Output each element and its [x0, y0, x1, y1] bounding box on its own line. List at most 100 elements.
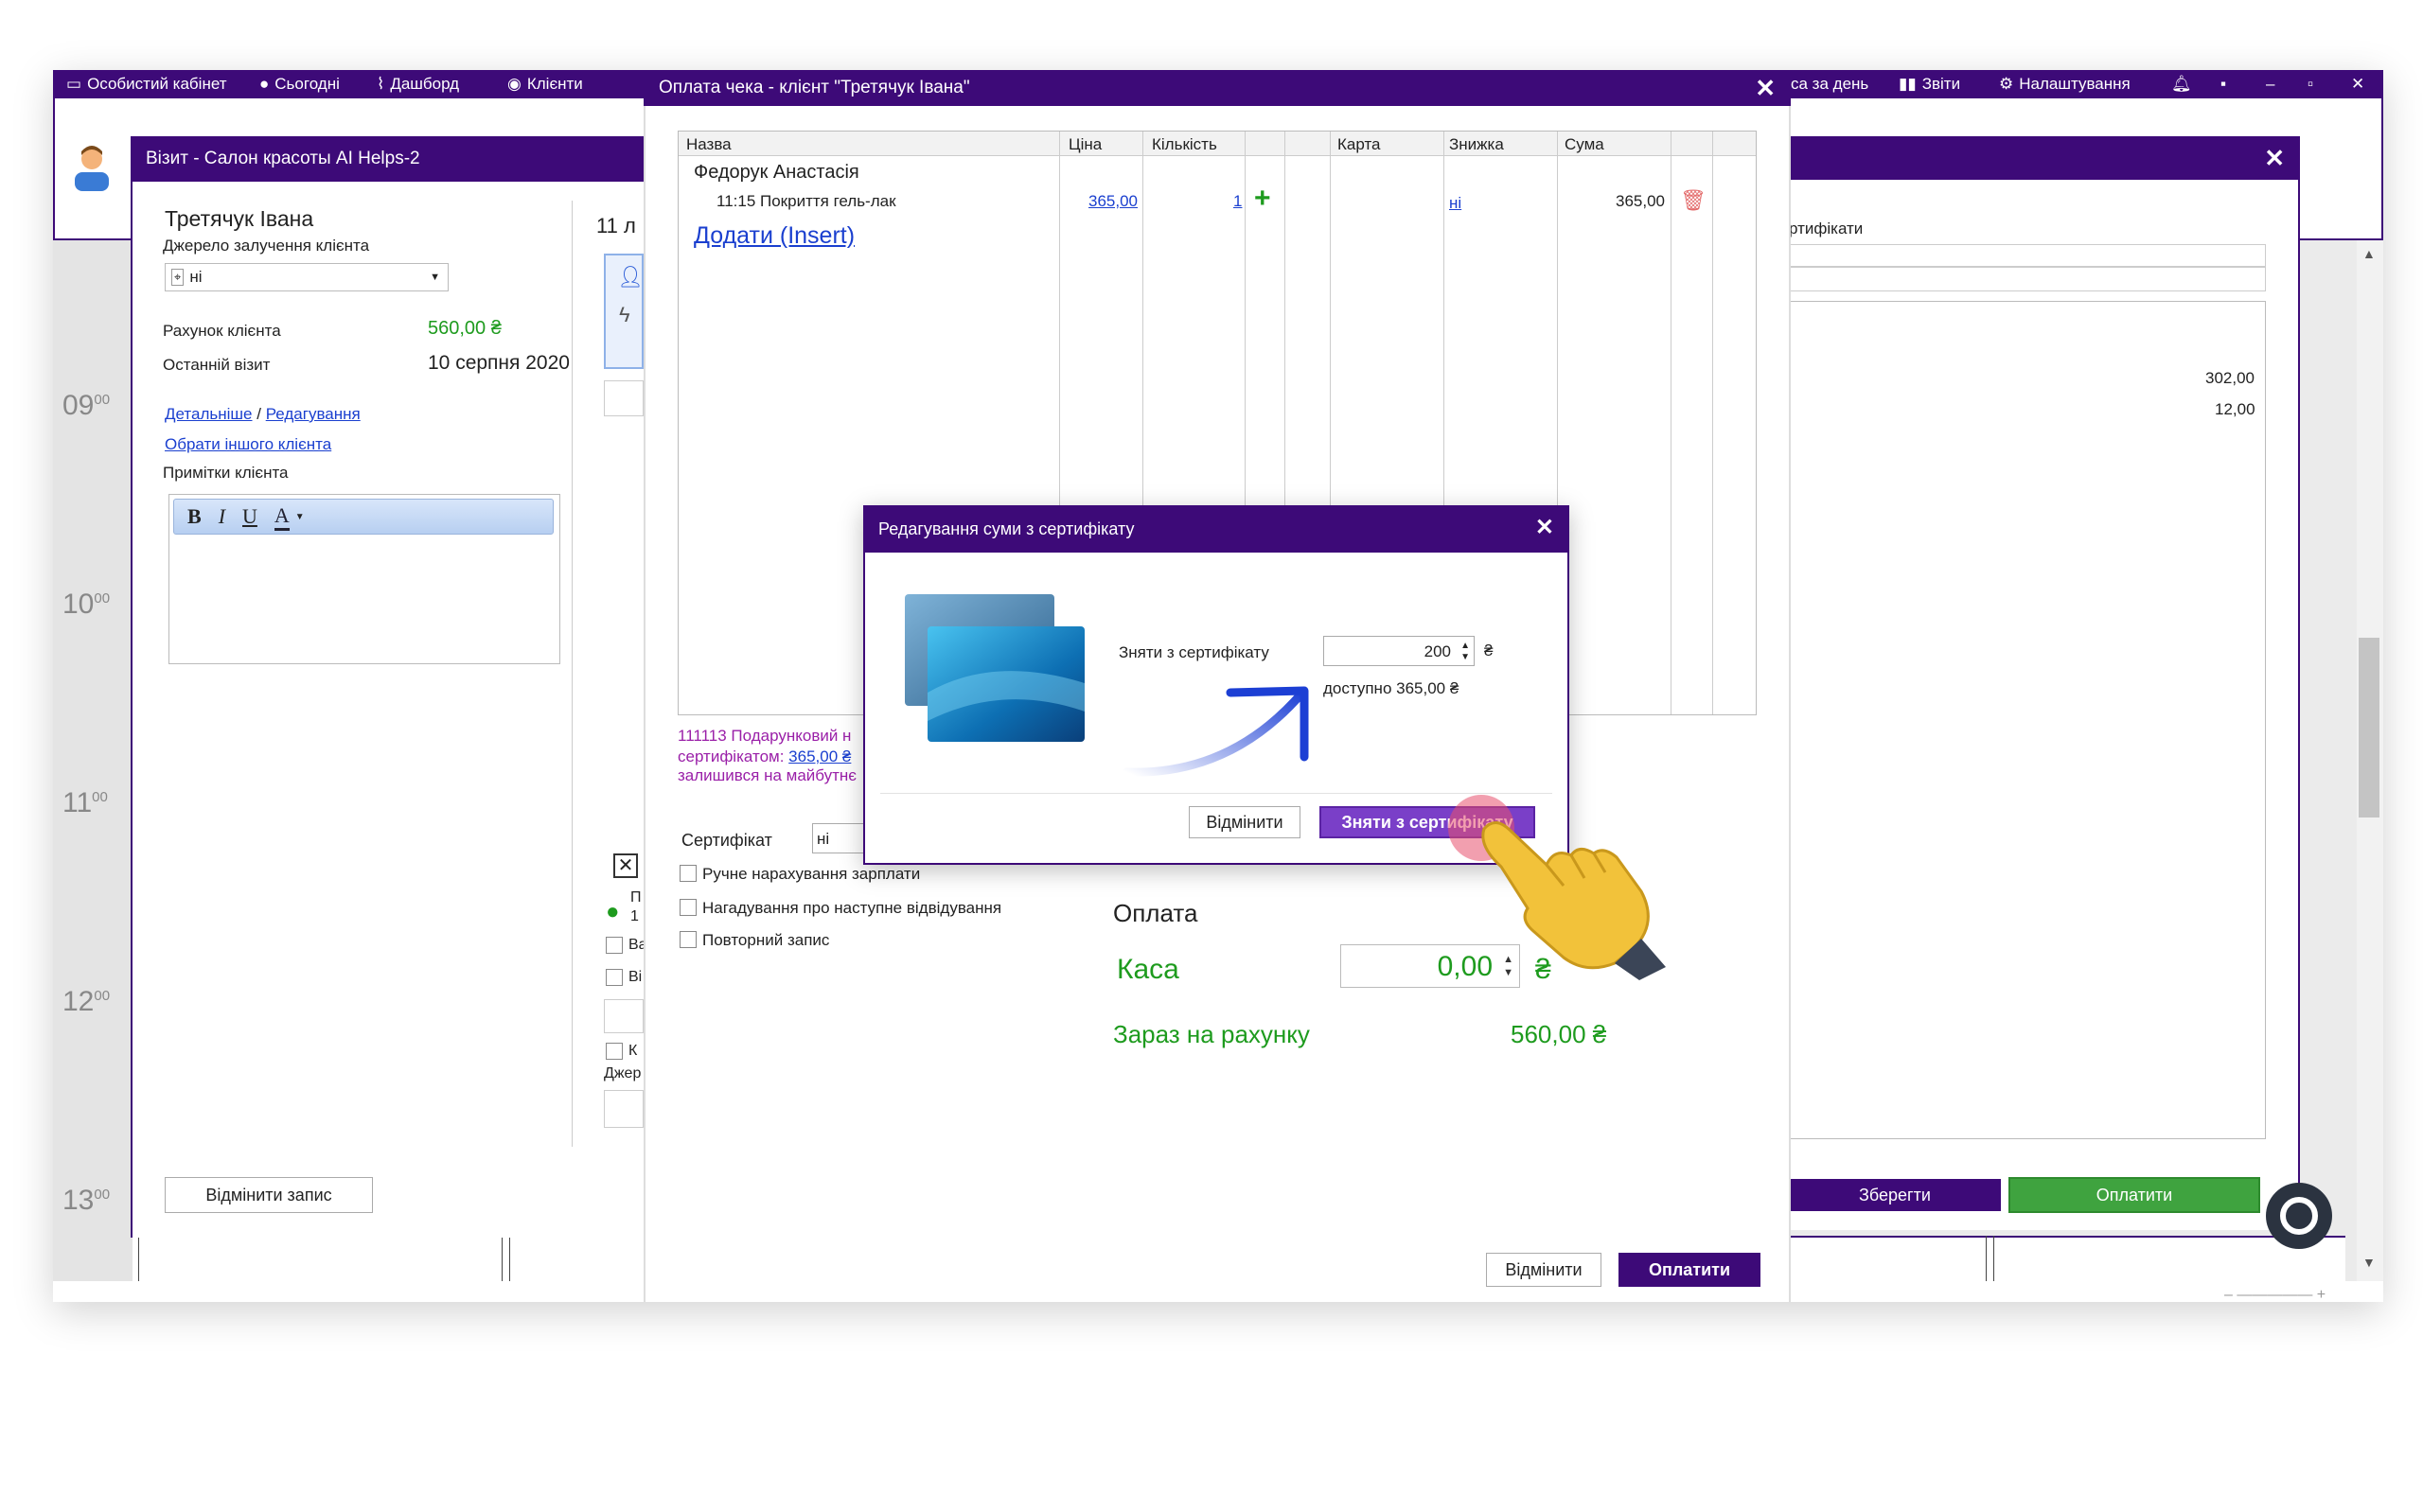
- col-name: Назва: [686, 135, 732, 153]
- price-link[interactable]: 365,00: [1088, 192, 1138, 211]
- now-on-account-label: Зараз на рахунку: [1113, 1020, 1310, 1048]
- green-user-icon: ●: [606, 899, 620, 924]
- underline-icon[interactable]: U: [242, 504, 257, 529]
- row-sum: 365,00: [1616, 192, 1665, 210]
- certificate-input[interactable]: ні: [812, 823, 869, 853]
- check-x-icon[interactable]: ✕: [613, 853, 638, 878]
- bold-icon[interactable]: B: [187, 504, 202, 529]
- notes-label: Примітки клієнта: [163, 464, 289, 482]
- cert-amount-link[interactable]: 365,00 ₴: [788, 747, 851, 765]
- cancel-record-button[interactable]: Відмінити запис: [165, 1177, 373, 1213]
- right-list: [1789, 301, 2266, 1139]
- nav-cash-day[interactable]: са за день: [1791, 75, 1868, 94]
- add-service-link[interactable]: Додати (Insert): [694, 222, 855, 250]
- client-name: Третячук Івана: [165, 206, 314, 231]
- col-qty: Кількість: [1152, 135, 1217, 153]
- frag-vi: Ві: [628, 969, 643, 985]
- right-input-2[interactable]: [1789, 267, 2266, 291]
- right-certs-label: ртифікати: [1789, 220, 1864, 237]
- briefcase-icon: ▭: [66, 75, 82, 93]
- spinner-icon[interactable]: ▲ ▼: [1460, 641, 1470, 663]
- manual-salary-checkbox[interactable]: [680, 865, 697, 882]
- scrollbar[interactable]: ▲ ▼: [2357, 240, 2383, 1281]
- frag-p: П: [630, 889, 642, 905]
- account-value: 560,00 ₴: [428, 318, 502, 339]
- user-circle-icon: ◉: [507, 75, 522, 93]
- hour-label: 0900: [62, 390, 111, 421]
- certificate-label: Сертифікат: [681, 831, 772, 850]
- close-icon[interactable]: ✕: [1535, 517, 1554, 539]
- qty-link[interactable]: 1: [1233, 192, 1242, 211]
- scroll-up-icon[interactable]: ▲: [2362, 246, 2376, 261]
- frag-dzher: Джер: [604, 1065, 642, 1081]
- edit-link[interactable]: Редагування: [266, 405, 361, 423]
- right-input-1[interactable]: [1789, 244, 2266, 267]
- plus-icon[interactable]: +: [1254, 183, 1271, 215]
- payment-pay-button[interactable]: Оплатити: [1618, 1253, 1760, 1287]
- repeat-label: Повторний запис: [702, 931, 830, 949]
- nav-reports[interactable]: ▮▮ Звіти: [1899, 75, 1960, 94]
- repeat-checkbox[interactable]: [680, 931, 697, 948]
- now-on-account-value: 560,00 ₴: [1511, 1020, 1607, 1048]
- pay-green-button[interactable]: Оплатити: [2008, 1177, 2260, 1213]
- payment-heading: Оплата: [1113, 899, 1198, 927]
- bell-icon[interactable]: 🔔︎: [2171, 75, 2192, 94]
- notes-editor[interactable]: B I U A ▼: [168, 494, 560, 664]
- hour-label: 1300: [62, 1185, 111, 1216]
- nav-dashboard[interactable]: ⌇ Дашборд: [377, 75, 459, 94]
- nav-cabinet[interactable]: ▭ Особистий кабінет: [66, 75, 227, 94]
- reminder-label: Нагадування про наступне відвідування: [702, 899, 1002, 917]
- frag-1: 1: [630, 908, 639, 924]
- small-field[interactable]: [604, 1090, 644, 1128]
- font-color-icon[interactable]: A: [274, 503, 290, 531]
- payment-titlebar: Оплата чека - клієнт "Третячук Івана" ✕: [644, 70, 1791, 106]
- small-field[interactable]: [604, 380, 644, 416]
- trash-icon[interactable]: 🗑︎: [1680, 188, 1707, 213]
- col-price: Ціна: [1069, 135, 1103, 153]
- details-link[interactable]: Детальніше: [165, 405, 253, 423]
- details-edit-links: Детальніше / Редагування: [165, 405, 361, 423]
- choose-other-client-link[interactable]: Обрати іншого клієнта: [165, 435, 331, 454]
- nav-clients[interactable]: ◉ Клієнти: [507, 75, 583, 94]
- checkbox[interactable]: [606, 969, 623, 986]
- nav-today[interactable]: ● Сьогодні: [259, 75, 340, 94]
- scroll-thumb[interactable]: [2359, 638, 2379, 818]
- right-value: 302,00: [2205, 369, 2255, 387]
- right-window-titlebar: ✕: [1779, 136, 2300, 180]
- payment-cancel-button[interactable]: Відмінити: [1486, 1253, 1601, 1287]
- checkbox[interactable]: [606, 1043, 623, 1060]
- discount-link[interactable]: ні: [1449, 194, 1461, 213]
- frag-k: К: [628, 1043, 638, 1059]
- close-app-icon[interactable]: ✕: [2351, 75, 2364, 94]
- right-value: 12,00: [2215, 400, 2255, 418]
- support-chat-icon[interactable]: [2266, 1183, 2332, 1249]
- source-label: Джерело залучення клієнта: [163, 237, 370, 255]
- source-select[interactable]: ⌖ ні ▼: [165, 263, 449, 291]
- zoom-slider[interactable]: – ————— +: [2224, 1288, 2376, 1303]
- hour-label: 1000: [62, 589, 111, 620]
- restore-icon[interactable]: ▫: [2308, 75, 2313, 94]
- small-field[interactable]: [604, 999, 644, 1033]
- clipboard-icon[interactable]: ▪: [2220, 75, 2226, 94]
- scroll-down-icon[interactable]: ▼: [2362, 1255, 2376, 1270]
- withdraw-amount-input[interactable]: 200 ▲ ▼: [1323, 636, 1475, 666]
- checkbox[interactable]: [606, 937, 623, 954]
- close-icon[interactable]: ✕: [1755, 76, 1776, 100]
- chevron-down-icon[interactable]: ▼: [295, 512, 305, 522]
- save-button[interactable]: Зберегти: [1789, 1179, 2001, 1211]
- close-icon[interactable]: ✕: [2264, 146, 2285, 170]
- col-sum: Сума: [1565, 135, 1604, 153]
- reminder-checkbox[interactable]: [680, 899, 697, 916]
- last-visit-label: Останній візит: [163, 356, 271, 374]
- service-name: 11:15 Покриття гель-лак: [716, 192, 896, 210]
- italic-icon[interactable]: I: [219, 504, 225, 529]
- minimize-icon[interactable]: –: [2266, 75, 2274, 94]
- master-name: Федорук Анастасія: [694, 162, 859, 183]
- nav-settings[interactable]: ⚙ Налаштування: [1999, 75, 2131, 94]
- visit-titlebar: Візит - Салон красоты AI Helps-2: [131, 136, 644, 182]
- avatar-icon: [70, 144, 114, 193]
- cert-cancel-button[interactable]: Відмінити: [1189, 806, 1300, 838]
- withdraw-label: Зняти з сертифікату: [1119, 643, 1269, 661]
- bar-chart-icon: ▮▮: [1899, 75, 1917, 93]
- kasa-label: Каса: [1117, 954, 1179, 985]
